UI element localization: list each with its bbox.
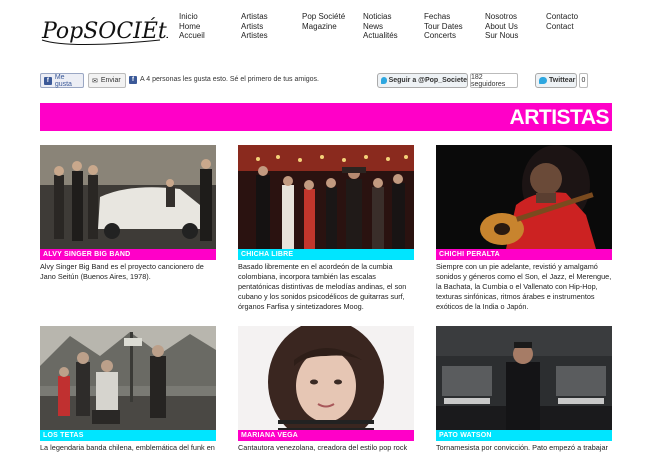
nav-magazine-title[interactable]: Pop Société bbox=[302, 12, 345, 22]
nav-dates-en[interactable]: Tour Dates bbox=[424, 22, 463, 32]
artist-name[interactable]: ALVY SINGER BIG BAND bbox=[40, 249, 216, 260]
artist-photo[interactable] bbox=[436, 326, 612, 430]
facebook-like-button[interactable]: f Me gusta bbox=[40, 73, 84, 88]
artist-description: La legendaria banda chilena, emblemática… bbox=[40, 443, 215, 452]
logo-text: PopSOCIÉtÉ bbox=[41, 17, 168, 44]
artist-photo[interactable] bbox=[40, 326, 216, 430]
nav-news[interactable]: Noticias News Actualités bbox=[363, 12, 398, 41]
artist-photo[interactable] bbox=[436, 145, 612, 249]
facebook-send-button[interactable]: ✉ Enviar bbox=[88, 73, 126, 88]
nav-magazine-label[interactable]: Magazine bbox=[302, 22, 345, 32]
nav-home-fr[interactable]: Accueil bbox=[179, 31, 205, 41]
nav-news-en[interactable]: News bbox=[363, 22, 398, 32]
site-logo[interactable]: PopSOCIÉtÉ bbox=[40, 10, 183, 50]
nav-magazine[interactable]: Pop Société Magazine bbox=[302, 12, 345, 31]
nav-about-fr[interactable]: Sur Nous bbox=[485, 31, 518, 41]
nav-tour-dates[interactable]: Fechas Tour Dates Concerts bbox=[424, 12, 463, 41]
nav-contact[interactable]: Contacto Contact bbox=[546, 12, 578, 31]
like-count-label: A 4 personas les gusta esto. Sé el prime… bbox=[140, 76, 319, 83]
followers-count: 182 seguidores bbox=[470, 73, 518, 88]
artist-description: Tornamesista por convicción. Pato empezó… bbox=[436, 443, 608, 452]
artist-card[interactable]: LOS TETAS La legendaria banda chilena, e… bbox=[40, 326, 216, 453]
nav-contact-en[interactable]: Contact bbox=[546, 22, 578, 32]
artist-name[interactable]: CHICHI PERALTA bbox=[436, 249, 612, 260]
nav-news-fr[interactable]: Actualités bbox=[363, 31, 398, 41]
nav-dates-fr[interactable]: Concerts bbox=[424, 31, 463, 41]
follow-label: Seguir a @Pop_Societe bbox=[388, 77, 467, 84]
logo-graphic: PopSOCIÉtÉ bbox=[41, 17, 183, 45]
nav-artists-es[interactable]: Artistas bbox=[241, 12, 268, 22]
artist-photo[interactable] bbox=[40, 145, 216, 249]
facebook-icon: f bbox=[129, 76, 137, 84]
nav-home-es[interactable]: Inicio bbox=[179, 12, 205, 22]
artist-card[interactable]: PATO WATSON Tornamesista por convicción.… bbox=[436, 326, 612, 453]
thumbs-up-icon: f bbox=[44, 76, 52, 85]
nav-artists-en[interactable]: Artists bbox=[241, 22, 268, 32]
artist-name[interactable]: LOS TETAS bbox=[40, 430, 216, 441]
send-icon: ✉ bbox=[92, 77, 98, 85]
artist-card[interactable]: ALVY SINGER BIG BAND Alvy Singer Big Ban… bbox=[40, 145, 216, 282]
like-label: Me gusta bbox=[54, 73, 72, 88]
nav-about-en[interactable]: About Us bbox=[485, 22, 518, 32]
nav-home[interactable]: Inicio Home Accueil bbox=[179, 12, 205, 41]
artist-description: Alvy Singer Big Band es el proyecto canc… bbox=[40, 262, 204, 281]
nav-about[interactable]: Nosotros About Us Sur Nous bbox=[485, 12, 518, 41]
artist-card[interactable]: CHICHA LIBRE Basado libremente en el aco… bbox=[238, 145, 414, 312]
artist-photo[interactable] bbox=[238, 145, 414, 249]
nav-dates-es[interactable]: Fechas bbox=[424, 12, 463, 22]
nav-news-es[interactable]: Noticias bbox=[363, 12, 398, 22]
nav-artists-fr[interactable]: Artistes bbox=[241, 31, 268, 41]
artist-description: Siempre con un pie adelante, revistió y … bbox=[436, 262, 612, 311]
artist-card[interactable]: CHICHI PERALTA Siempre con un pie adelan… bbox=[436, 145, 612, 312]
tweet-count: 0 bbox=[579, 73, 588, 88]
artist-card[interactable]: MARIANA VEGA Cantautora venezolana, crea… bbox=[238, 326, 414, 453]
artist-description: Basado libremente en el acordeón de la c… bbox=[238, 262, 407, 311]
artist-description: Cantautora venezolana, creadora del esti… bbox=[238, 443, 408, 452]
like-count-text: fA 4 personas les gusta esto. Sé el prim… bbox=[129, 76, 319, 84]
tweet-label: Twittear bbox=[549, 77, 576, 84]
artist-photo[interactable] bbox=[238, 326, 414, 430]
artist-name[interactable]: PATO WATSON bbox=[436, 430, 612, 441]
nav-home-en[interactable]: Home bbox=[179, 22, 205, 32]
twitter-bird-icon bbox=[539, 77, 547, 84]
twitter-follow-button[interactable]: Seguir a @Pop_Societe bbox=[377, 73, 468, 88]
artist-name[interactable]: CHICHA LIBRE bbox=[238, 249, 414, 260]
nav-artists[interactable]: Artistas Artists Artistes bbox=[241, 12, 268, 41]
page-title: ARTISTAS bbox=[509, 106, 610, 129]
send-label: Enviar bbox=[100, 77, 121, 84]
section-banner: ARTISTAS bbox=[40, 103, 612, 131]
twitter-bird-icon bbox=[381, 77, 387, 84]
nav-contact-es[interactable]: Contacto bbox=[546, 12, 578, 22]
social-bar: f Me gusta ✉ Enviar fA 4 personas les gu… bbox=[40, 73, 612, 89]
nav-about-es[interactable]: Nosotros bbox=[485, 12, 518, 22]
artist-name[interactable]: MARIANA VEGA bbox=[238, 430, 414, 441]
tweet-button[interactable]: Twittear bbox=[535, 73, 577, 88]
